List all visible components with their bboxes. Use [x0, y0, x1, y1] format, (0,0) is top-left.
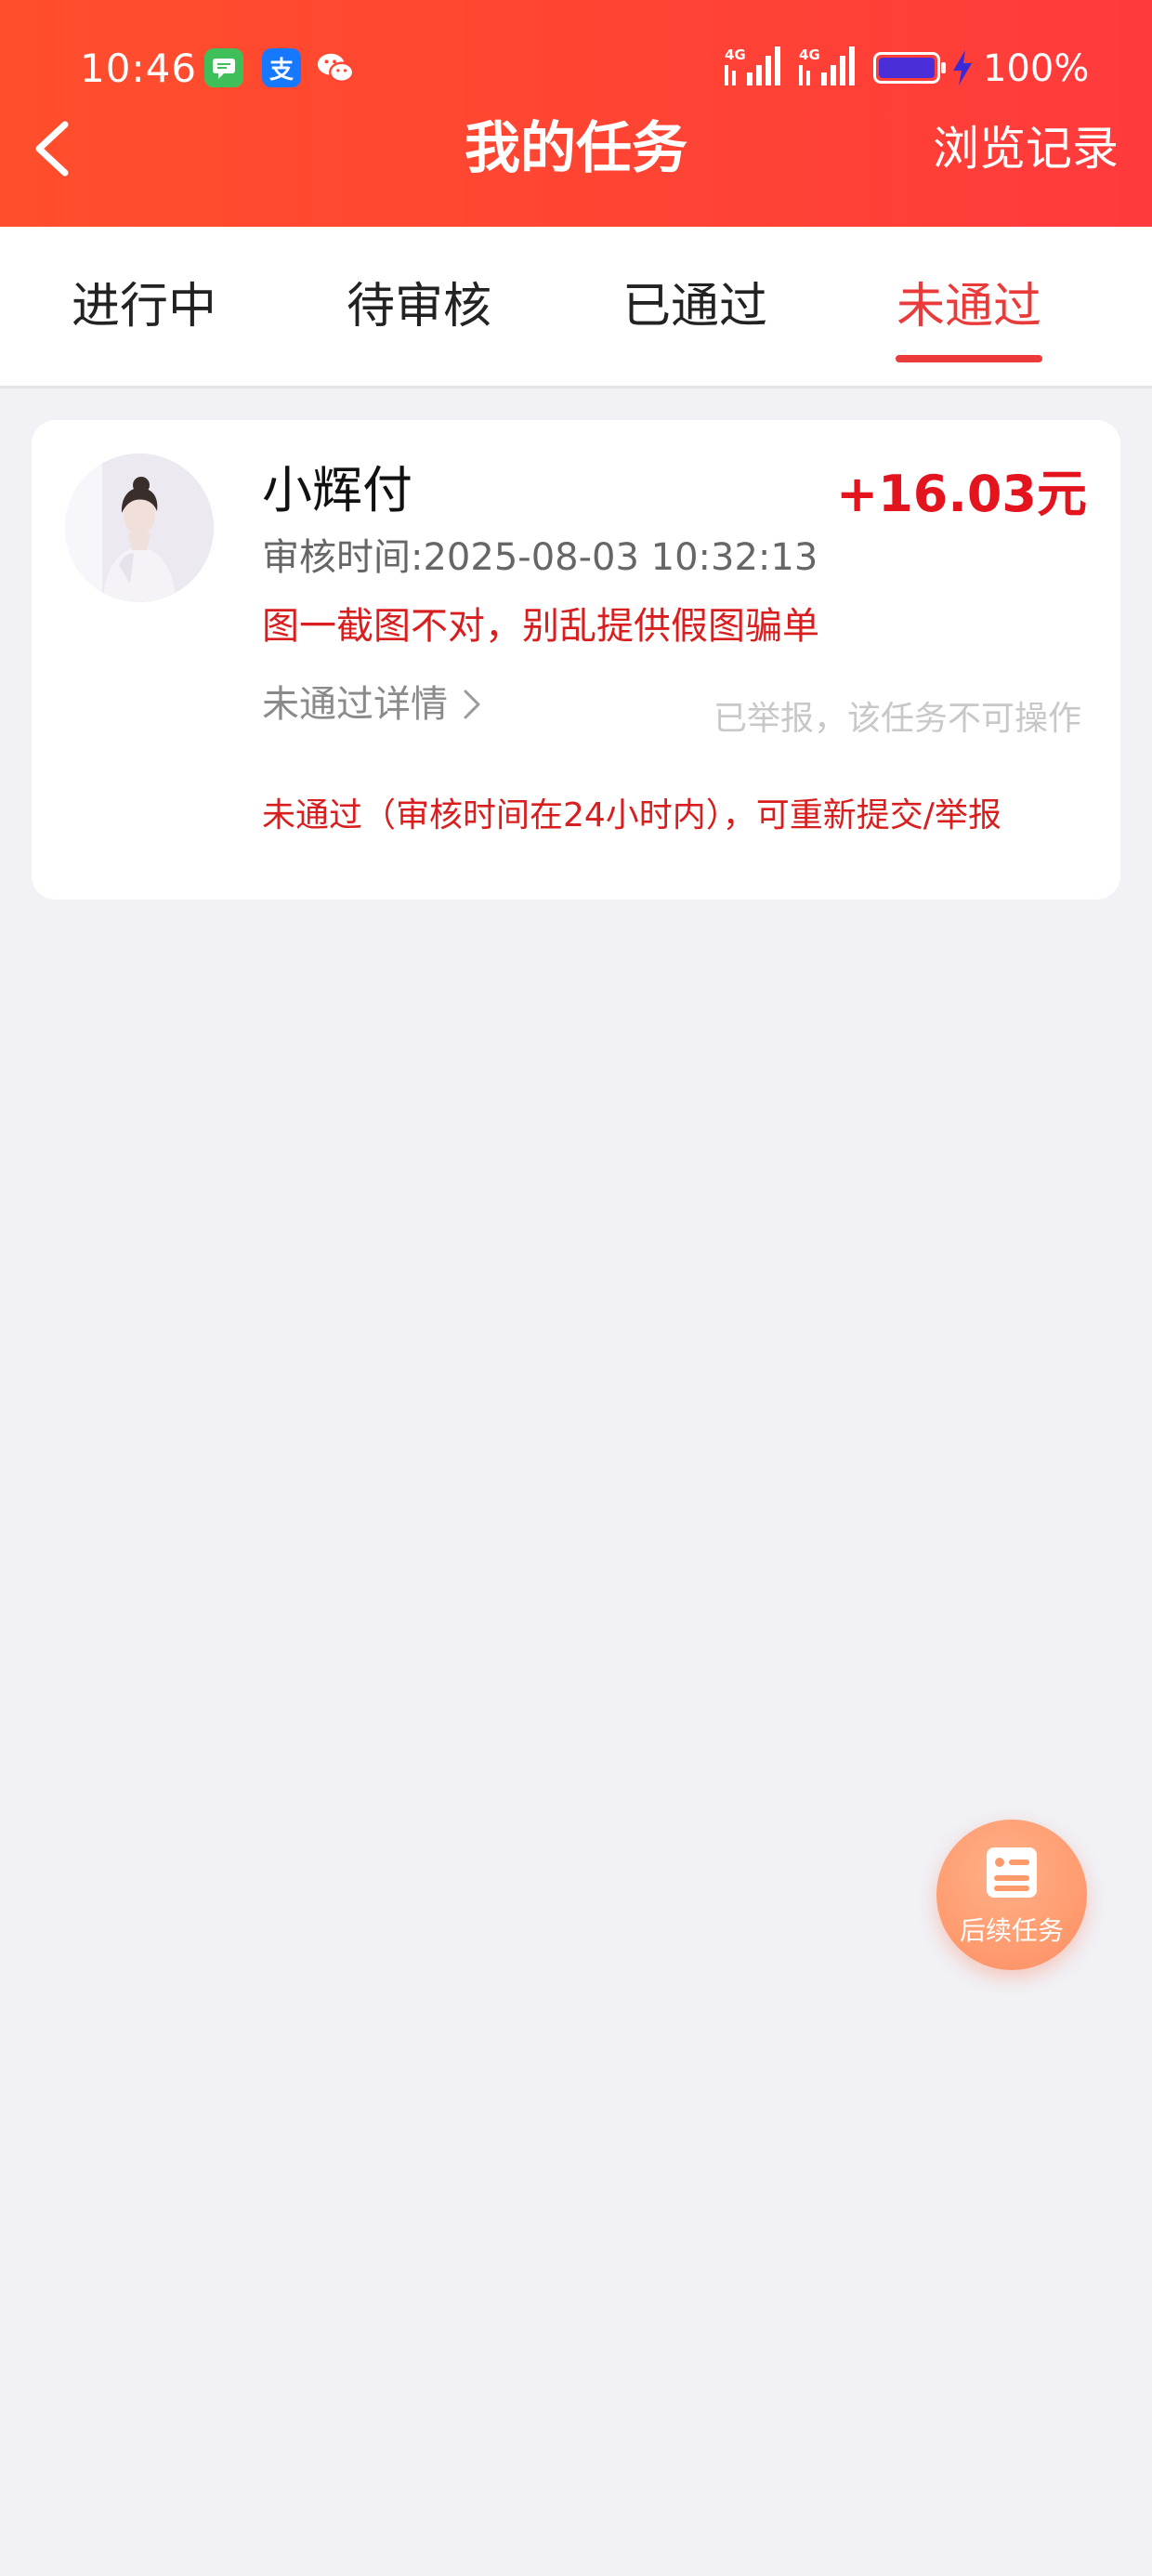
follow-up-tasks-button[interactable]: 后续任务 [936, 1820, 1087, 1970]
network-type-2: 4G [799, 46, 820, 63]
resubmit-note: 未通过（审核时间在24小时内），可重新提交/举报 [262, 796, 1001, 835]
network-type-1: 4G [725, 46, 746, 63]
task-reward: +16.03元 [835, 465, 1087, 523]
battery-icon [873, 52, 946, 84]
tab-approved[interactable]: 已通过 [593, 273, 797, 340]
tab-pending-review[interactable]: 待审核 [317, 273, 521, 340]
header-bar: 10:46 支 4G 4G 100% 我的任务 浏览记录 [0, 0, 1152, 227]
reject-reason: 图一截图不对，别乱提供假图骗单 [262, 605, 819, 648]
wechat-icon [316, 48, 355, 87]
avatar [65, 453, 214, 602]
status-time: 10:46 [80, 46, 198, 91]
reported-status-note: 已举报，该任务不可操作 [713, 700, 1081, 738]
chevron-right-icon [464, 690, 480, 719]
rejection-details-link[interactable]: 未通过详情 [262, 677, 483, 732]
rejection-details-label: 未通过详情 [262, 683, 448, 726]
back-button[interactable] [24, 112, 89, 186]
charging-bolt-icon [949, 48, 975, 87]
task-list-icon [987, 1847, 1037, 1898]
task-name: 小辉付 [262, 461, 412, 519]
active-tab-indicator [896, 355, 1042, 362]
task-status-tabs: 进行中 待审核 已通过 未通过 [0, 227, 1152, 388]
review-time: 审核时间:2025-08-03 10:32:13 [262, 536, 818, 579]
cellular-signal-2-icon: 4G [797, 45, 857, 87]
browse-history-button[interactable]: 浏览记录 [933, 113, 1119, 184]
alipay-icon: 支 [262, 48, 301, 87]
tab-rejected[interactable]: 未通过 [867, 273, 1071, 340]
task-card[interactable]: 小辉付 +16.03元 审核时间:2025-08-03 10:32:13 图一截… [32, 420, 1120, 900]
battery-percent: 100% [983, 47, 1090, 90]
follow-up-tasks-label: 后续任务 [959, 1915, 1064, 1946]
battery-level-fill [879, 58, 935, 78]
tab-in-progress[interactable]: 进行中 [42, 273, 246, 340]
cellular-signal-1-icon: 4G [723, 45, 782, 87]
messages-icon [204, 48, 243, 87]
